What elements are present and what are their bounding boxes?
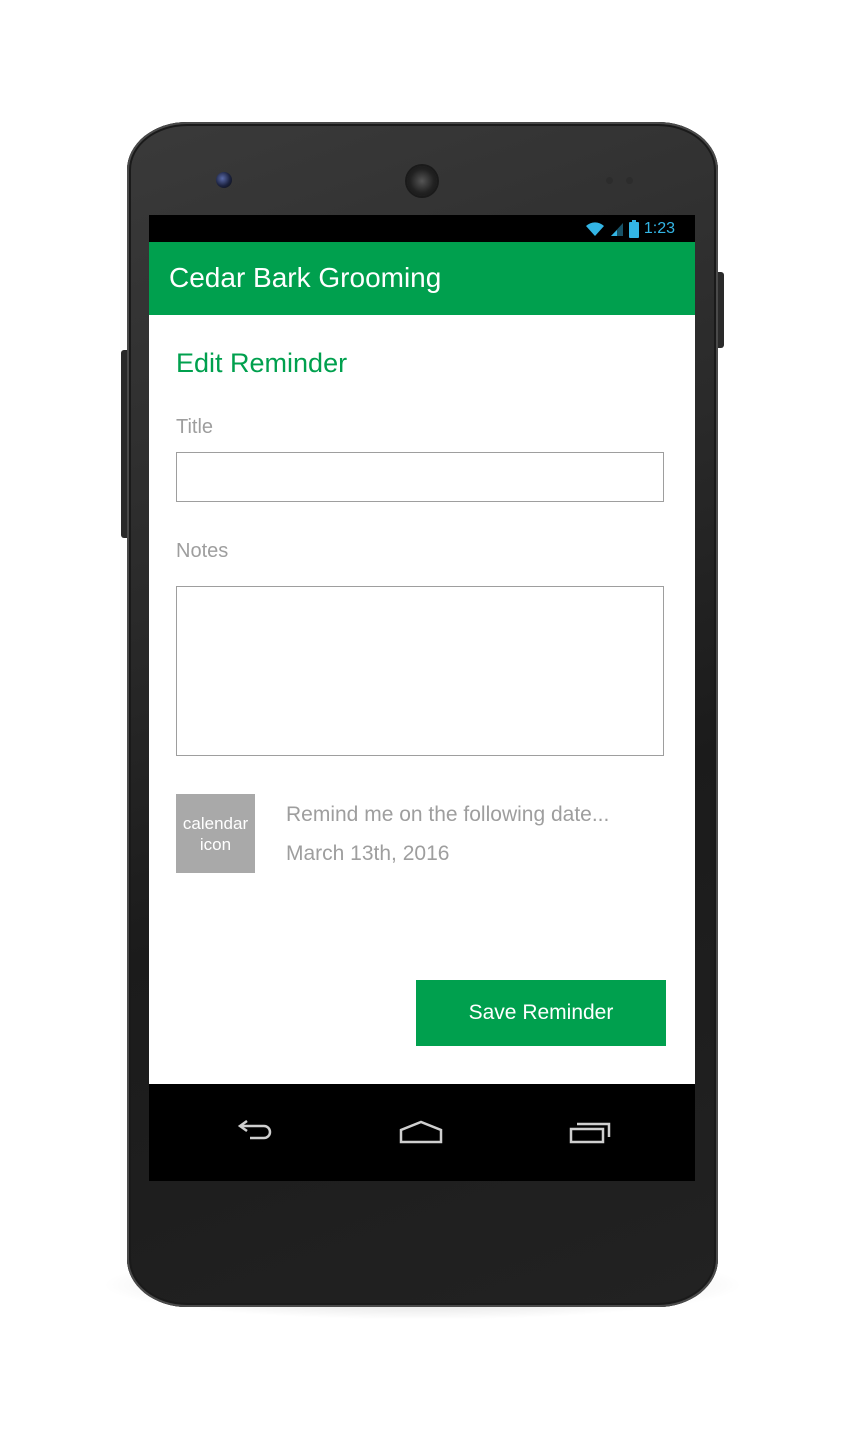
calendar-icon[interactable]: calendar icon bbox=[176, 794, 255, 873]
front-camera-icon bbox=[216, 172, 232, 188]
page-title: Edit Reminder bbox=[176, 348, 348, 378]
status-bar: 1:23 bbox=[149, 215, 695, 242]
wifi-icon bbox=[585, 222, 604, 236]
title-input[interactable] bbox=[176, 452, 664, 502]
status-time: 1:23 bbox=[643, 220, 675, 237]
app-title: Cedar Bark Grooming bbox=[169, 262, 442, 293]
phone-screen: 1:23 Cedar Bark Grooming Edit Reminder T… bbox=[149, 215, 695, 1181]
back-icon[interactable] bbox=[224, 1114, 284, 1150]
remind-date[interactable]: March 13th, 2016 bbox=[286, 842, 449, 866]
navigation-bar bbox=[149, 1084, 695, 1181]
battery-icon bbox=[628, 220, 639, 238]
remind-prompt: Remind me on the following date... bbox=[286, 803, 610, 826]
calendar-icon-label-line2: icon bbox=[199, 834, 232, 854]
light-sensor bbox=[626, 177, 633, 184]
calendar-icon-label-line1: calendar bbox=[182, 813, 249, 833]
earpiece-speaker-icon bbox=[407, 166, 437, 196]
proximity-sensor bbox=[606, 177, 613, 184]
notes-textarea[interactable] bbox=[176, 586, 664, 756]
app-bar: Cedar Bark Grooming bbox=[149, 242, 695, 315]
signal-icon bbox=[610, 223, 623, 236]
edit-reminder-form: Edit Reminder Title Notes calendar icon … bbox=[149, 315, 695, 1084]
recents-icon[interactable] bbox=[561, 1114, 621, 1150]
home-icon[interactable] bbox=[391, 1114, 451, 1150]
notes-label: Notes bbox=[176, 540, 229, 562]
save-reminder-button[interactable]: Save Reminder bbox=[416, 980, 666, 1046]
title-label: Title bbox=[176, 416, 214, 438]
